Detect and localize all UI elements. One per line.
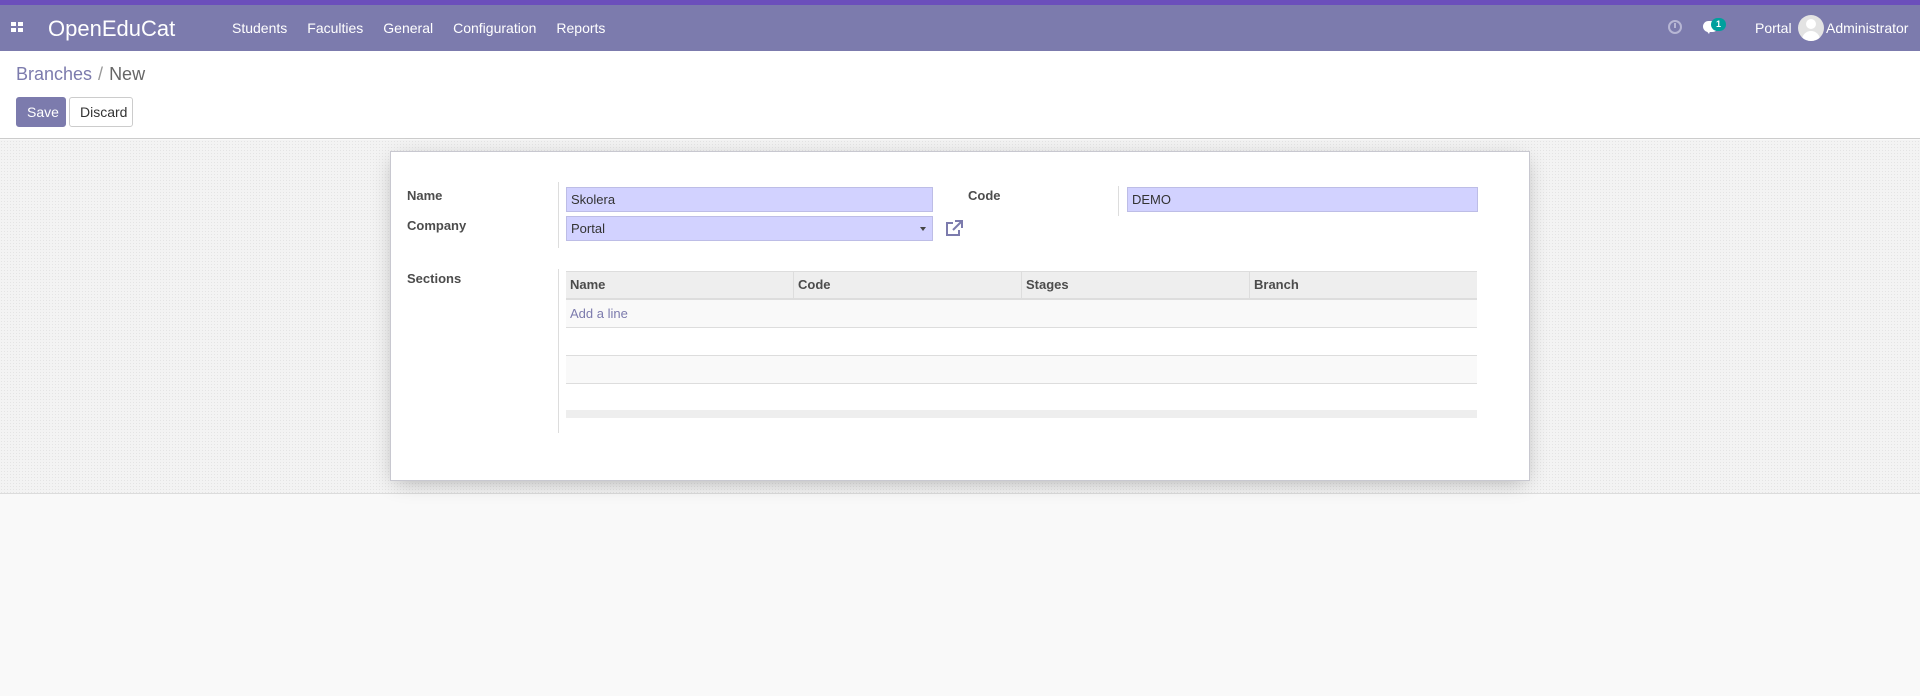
- company-select-value: Portal: [571, 221, 605, 236]
- breadcrumb-separator: /: [98, 64, 104, 84]
- control-panel: Branches / New Save Discard: [0, 51, 1920, 139]
- sections-divider: [558, 269, 559, 433]
- table-footer: [566, 410, 1477, 418]
- user-avatar[interactable]: [1798, 15, 1824, 41]
- discard-button[interactable]: Discard: [69, 97, 133, 127]
- company-label: Company: [407, 218, 467, 233]
- brand-name[interactable]: OpenEduCat: [48, 16, 175, 42]
- breadcrumb-current: New: [109, 64, 146, 84]
- table-row: [566, 328, 1477, 356]
- code-label: Code: [968, 188, 1001, 203]
- sections-label: Sections: [407, 271, 462, 286]
- main-menu: Students Faculties General Configuration…: [232, 20, 605, 36]
- menu-item-general[interactable]: General: [383, 20, 433, 36]
- code-divider: [1118, 186, 1119, 216]
- chat-count-badge: 1: [1711, 18, 1726, 31]
- table-row: Add a line: [566, 300, 1477, 328]
- breadcrumb: Branches / New: [16, 64, 145, 85]
- group-divider: [558, 182, 559, 248]
- user-menu[interactable]: Administrator: [1826, 20, 1908, 36]
- name-label: Name: [407, 188, 443, 203]
- menu-item-reports[interactable]: Reports: [556, 20, 605, 36]
- activity-clock-icon[interactable]: [1668, 20, 1682, 34]
- table-row: [566, 356, 1477, 384]
- top-navbar: OpenEduCat Students Faculties General Co…: [0, 5, 1920, 51]
- menu-item-students[interactable]: Students: [232, 20, 287, 36]
- column-header-branch[interactable]: Branch: [1250, 272, 1477, 298]
- company-switcher[interactable]: Portal: [1755, 20, 1792, 36]
- company-select[interactable]: Portal: [566, 216, 933, 241]
- menu-item-configuration[interactable]: Configuration: [453, 20, 536, 36]
- save-button[interactable]: Save: [16, 97, 66, 127]
- form-sheet: Name Company Skolera Portal Code DEMO Se…: [390, 151, 1530, 481]
- table-header: Name Code Stages Branch: [566, 271, 1477, 300]
- dropdown-caret-icon: [920, 227, 926, 231]
- external-link-icon[interactable]: [944, 219, 964, 239]
- code-input[interactable]: DEMO: [1127, 187, 1478, 212]
- name-input[interactable]: Skolera: [566, 187, 933, 212]
- apps-menu-icon[interactable]: [11, 22, 23, 32]
- breadcrumb-parent[interactable]: Branches: [16, 64, 92, 84]
- column-header-name[interactable]: Name: [566, 272, 794, 298]
- column-header-stages[interactable]: Stages: [1022, 272, 1250, 298]
- menu-item-faculties[interactable]: Faculties: [307, 20, 363, 36]
- add-a-line-link[interactable]: Add a line: [566, 300, 1477, 328]
- sections-table: Name Code Stages Branch Add a line: [566, 271, 1477, 418]
- column-header-code[interactable]: Code: [794, 272, 1022, 298]
